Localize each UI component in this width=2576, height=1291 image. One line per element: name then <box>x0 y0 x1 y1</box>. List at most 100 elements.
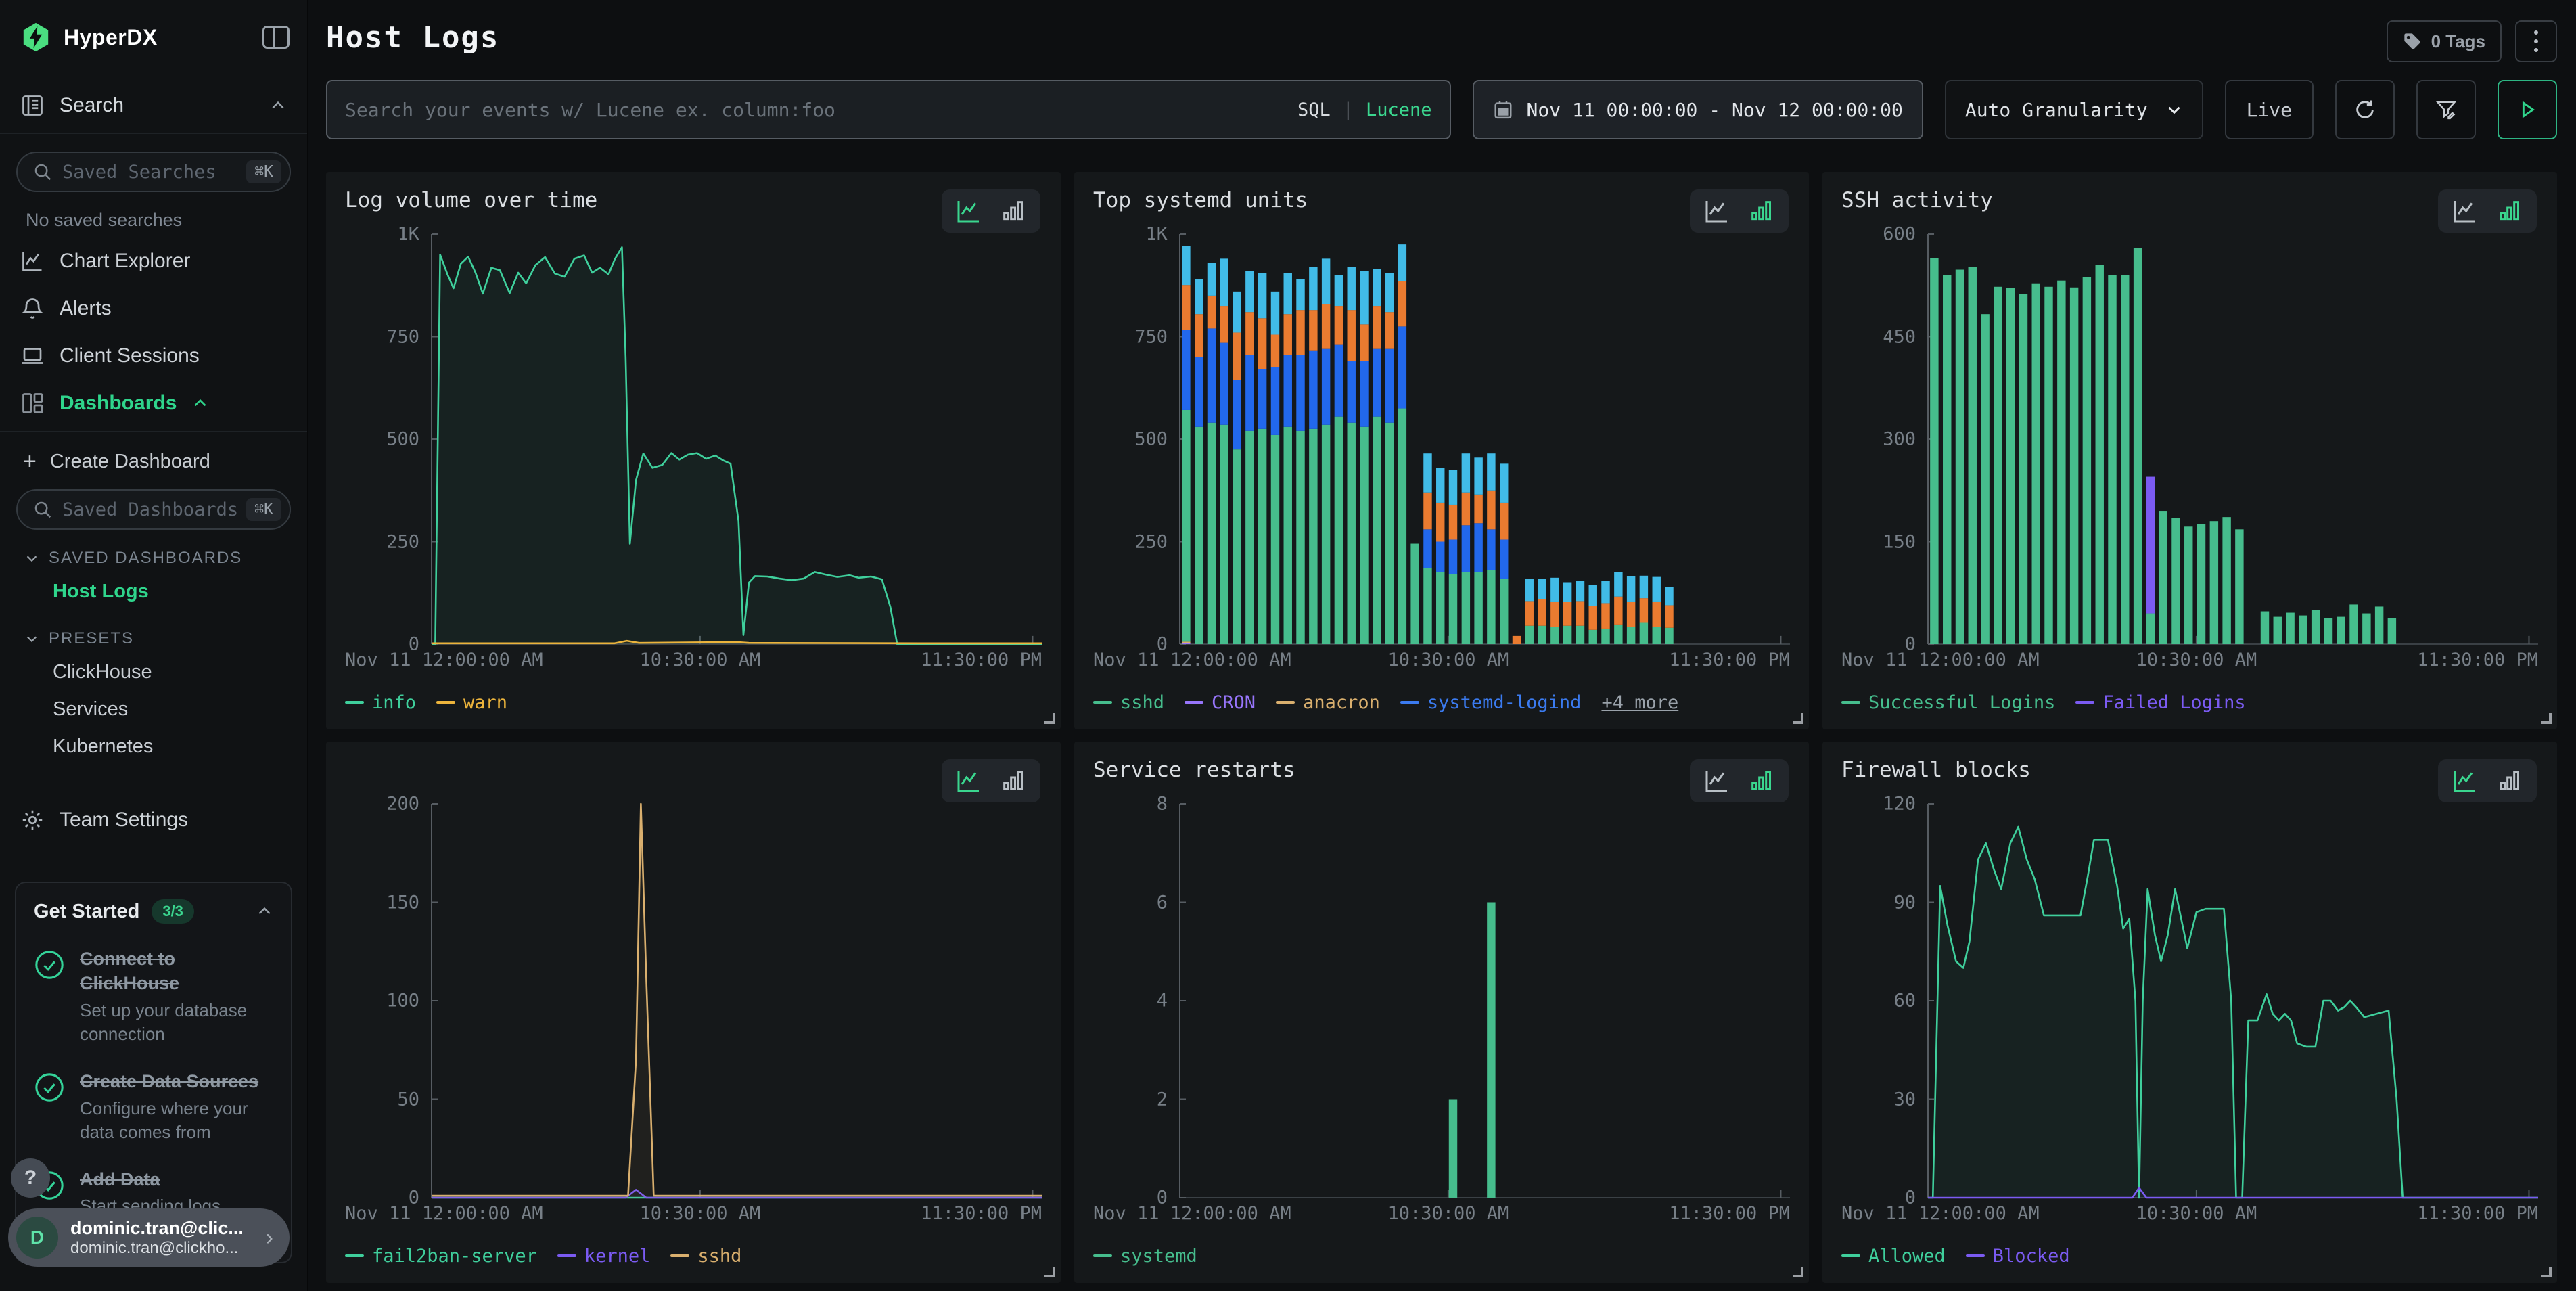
avatar: D <box>16 1217 58 1259</box>
saved-dashboards-field[interactable] <box>62 499 237 520</box>
bar-view-button[interactable] <box>1000 767 1027 794</box>
step-title: Create Data Sources <box>80 1069 273 1093</box>
legend-swatch <box>2075 701 2094 704</box>
legend-swatch <box>1966 1254 1985 1257</box>
bar-view-button[interactable] <box>1748 198 1775 225</box>
legend-swatch <box>1400 701 1419 704</box>
chevron-up-icon <box>269 97 287 114</box>
line-view-button[interactable] <box>955 198 982 225</box>
resize-handle[interactable] <box>2541 713 2552 724</box>
x-axis: Nov 11 12:00:00 AM10:30:00 AM11:30:00 PM <box>1928 650 2538 677</box>
user-menu[interactable]: D dominic.tran@clic... dominic.tran@clic… <box>8 1208 290 1267</box>
saved-searches-input[interactable]: ⌘K <box>16 152 291 192</box>
preset-kubernetes[interactable]: Kubernetes <box>15 728 292 765</box>
sidebar-item-label: Chart Explorer <box>60 250 190 273</box>
create-dashboard-label: Create Dashboard <box>50 451 210 473</box>
resize-handle[interactable] <box>1793 1267 1803 1277</box>
plot-area[interactable] <box>432 234 1042 644</box>
x-tick-label: 10:30:00 AM <box>2136 650 2257 671</box>
divider <box>0 431 307 432</box>
y-tick-label: 600 <box>1883 224 1916 245</box>
preset-services[interactable]: Services <box>15 691 292 728</box>
plot-area[interactable] <box>1928 234 2538 644</box>
legend-label: anacron <box>1303 692 1380 713</box>
sidebar-item-alerts[interactable]: Alerts <box>15 285 292 332</box>
main-content: Host Logs 0 Tags SQL | Lucene Nov 11 00:… <box>308 0 2576 1291</box>
live-button[interactable]: Live <box>2225 80 2314 139</box>
y-tick-label: 100 <box>386 991 419 1012</box>
bar-view-button[interactable] <box>1000 198 1027 225</box>
legend-label: info <box>372 692 416 713</box>
line-view-button[interactable] <box>2452 767 2479 794</box>
filter-button[interactable] <box>2416 80 2476 139</box>
bar-view-button[interactable] <box>1748 767 1775 794</box>
lucene-mode-toggle[interactable]: Lucene <box>1366 99 1432 120</box>
bar-view-button[interactable] <box>2496 767 2523 794</box>
chart-view-toggle <box>942 759 1040 802</box>
y-tick-label: 1K <box>397 224 419 245</box>
resize-handle[interactable] <box>2541 1267 2552 1277</box>
saved-dashboards-header[interactable]: SAVED DASHBOARDS <box>15 530 292 573</box>
get-started-step-sources[interactable]: Create Data Sources Configure where your… <box>34 1069 273 1144</box>
granularity-select[interactable]: Auto Granularity <box>1945 80 2203 139</box>
shortcut-badge: ⌘K <box>246 498 281 521</box>
saved-dashboards-input[interactable]: ⌘K <box>16 489 291 530</box>
tags-button[interactable]: 0 Tags <box>2387 20 2502 62</box>
get-started-header[interactable]: Get Started 3/3 <box>34 899 273 924</box>
sidebar-collapse-button[interactable] <box>262 26 290 49</box>
bar-view-button[interactable] <box>2496 198 2523 225</box>
x-axis: Nov 11 12:00:00 AM10:30:00 AM11:30:00 PM <box>1928 1203 2538 1230</box>
legend-item: anacron <box>1276 692 1380 713</box>
saved-searches-field[interactable] <box>62 162 237 183</box>
help-button[interactable]: ? <box>11 1158 50 1198</box>
refresh-button[interactable] <box>2335 80 2395 139</box>
run-query-button[interactable] <box>2498 80 2557 139</box>
app-title: HyperDX <box>64 25 250 50</box>
resize-handle[interactable] <box>1044 713 1055 724</box>
chart-card-top-systemd-units: Top systemd units 02505007501K Nov 11 12… <box>1074 172 1809 729</box>
resize-handle[interactable] <box>1044 1267 1055 1277</box>
event-search-box[interactable]: SQL | Lucene <box>326 80 1451 139</box>
more-options-button[interactable] <box>2515 20 2557 62</box>
y-tick-label: 750 <box>386 326 419 347</box>
plot-area[interactable] <box>1180 804 1790 1198</box>
toolbar: SQL | Lucene Nov 11 00:00:00 - Nov 12 00… <box>326 80 2557 139</box>
sidebar-item-team-settings[interactable]: Team Settings <box>15 796 292 844</box>
user-email: dominic.tran@clickho... <box>70 1239 254 1258</box>
check-circle-icon <box>34 949 65 980</box>
chart-view-toggle <box>1690 759 1789 802</box>
legend-swatch <box>557 1254 576 1257</box>
presets-header[interactable]: PRESETS <box>15 610 292 654</box>
line-view-button[interactable] <box>1703 767 1730 794</box>
x-axis: Nov 11 12:00:00 AM10:30:00 AM11:30:00 PM <box>432 1203 1042 1230</box>
line-view-button[interactable] <box>2452 198 2479 225</box>
legend-item: Successful Logins <box>1841 692 2055 713</box>
sidebar-item-client-sessions[interactable]: Client Sessions <box>15 332 292 380</box>
plot-area[interactable] <box>1180 234 1790 644</box>
chart-card-firewall-blocks: Firewall blocks 0306090120 Nov 11 12:00:… <box>1822 742 2557 1283</box>
get-started-step-connect[interactable]: Connect to ClickHouse Set up your databa… <box>34 947 273 1046</box>
divider <box>0 133 307 134</box>
sidebar-item-search[interactable]: Search <box>15 83 292 129</box>
preset-clickhouse[interactable]: ClickHouse <box>15 654 292 691</box>
y-axis: 02468 <box>1093 804 1180 1198</box>
plus-icon: + <box>23 450 37 473</box>
line-view-button[interactable] <box>955 767 982 794</box>
create-dashboard-button[interactable]: + Create Dashboard <box>15 436 292 476</box>
plot-area[interactable] <box>432 804 1042 1198</box>
sql-mode-toggle[interactable]: SQL <box>1297 99 1331 120</box>
legend-item: systemd-logind <box>1400 692 1582 713</box>
legend-more-link[interactable]: +4 more <box>1601 692 1678 713</box>
tags-label: 0 Tags <box>2431 31 2485 52</box>
y-axis: 050100150200 <box>345 804 432 1198</box>
sidebar-item-chart-explorer[interactable]: Chart Explorer <box>15 237 292 285</box>
plot-area[interactable] <box>1928 804 2538 1198</box>
sidebar-item-dashboards[interactable]: Dashboards <box>15 380 292 427</box>
line-view-button[interactable] <box>1703 198 1730 225</box>
date-range-picker[interactable]: Nov 11 00:00:00 - Nov 12 00:00:00 <box>1473 80 1923 139</box>
saved-dashboard-host-logs[interactable]: Host Logs <box>15 573 292 610</box>
chevron-down-icon <box>24 551 39 566</box>
resize-handle[interactable] <box>1793 713 1803 724</box>
event-search-input[interactable] <box>345 99 1285 121</box>
group-header-label: PRESETS <box>49 629 134 648</box>
